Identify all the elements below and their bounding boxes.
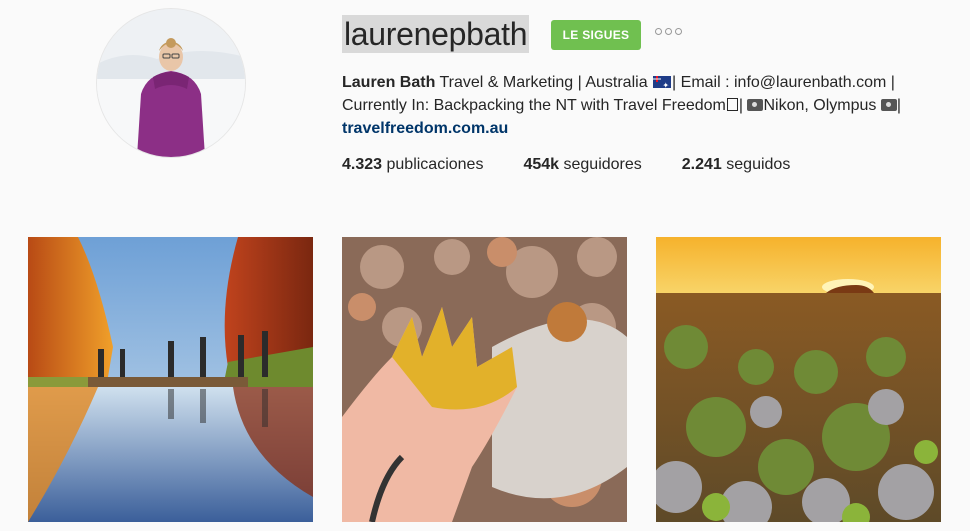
bio-email: | Email : info@laurenbath.com | xyxy=(672,74,895,91)
username: laurenepbath xyxy=(344,16,528,52)
post-thumbnail-1[interactable] xyxy=(28,237,313,522)
post-thumbnail-3[interactable] xyxy=(656,237,941,522)
username-highlight: laurenepbath xyxy=(342,15,530,53)
bio-cameras: Nikon, Olympus xyxy=(763,97,877,114)
website-link[interactable]: travelfreedom.com.au xyxy=(342,117,508,140)
post-image-outback-sunset xyxy=(656,237,941,522)
following-button[interactable]: LE SIGUES xyxy=(551,20,641,50)
camera-icon xyxy=(880,99,897,111)
bio: Lauren Bath Travel & Marketing | Austral… xyxy=(342,71,942,140)
avatar-photo xyxy=(97,9,245,157)
stat-value: 4.323 xyxy=(342,156,383,173)
camera-icon xyxy=(747,99,764,111)
bio-line-1: Lauren Bath Travel & Marketing | Austral… xyxy=(342,71,942,97)
post-image-ochre-hand xyxy=(342,237,627,522)
bio-text: Travel & Marketing | Australia xyxy=(439,74,648,91)
stat-label: publicaciones xyxy=(386,156,484,173)
more-options-icon[interactable] xyxy=(655,28,682,35)
post-thumbnail-2[interactable] xyxy=(342,237,627,522)
australia-flag-icon xyxy=(653,74,672,97)
stat-followers[interactable]: 454k seguidores xyxy=(523,156,641,174)
stat-following[interactable]: 2.241 seguidos xyxy=(682,156,791,174)
stat-label: seguidores xyxy=(563,156,642,173)
full-name: Lauren Bath xyxy=(342,74,436,91)
stat-value: 2.241 xyxy=(681,156,722,173)
bio-separator: | xyxy=(738,97,744,114)
post-image-gorge xyxy=(28,237,313,522)
stat-label: seguidos xyxy=(726,156,791,173)
profile-stats: 4.323 publicaciones 454k seguidores 2.24… xyxy=(342,156,830,174)
bio-line-2: Currently In: Backpacking the NT with Tr… xyxy=(342,94,942,117)
stat-posts: 4.323 publicaciones xyxy=(342,156,483,174)
stat-value: 454k xyxy=(523,156,560,173)
dot xyxy=(665,28,672,35)
bio-text: Currently In: Backpacking the NT with Tr… xyxy=(342,97,726,114)
profile-avatar[interactable] xyxy=(96,8,246,158)
dot xyxy=(675,28,682,35)
missing-glyph-icon xyxy=(726,98,738,111)
bio-separator: | xyxy=(896,97,901,114)
dot xyxy=(655,28,662,35)
